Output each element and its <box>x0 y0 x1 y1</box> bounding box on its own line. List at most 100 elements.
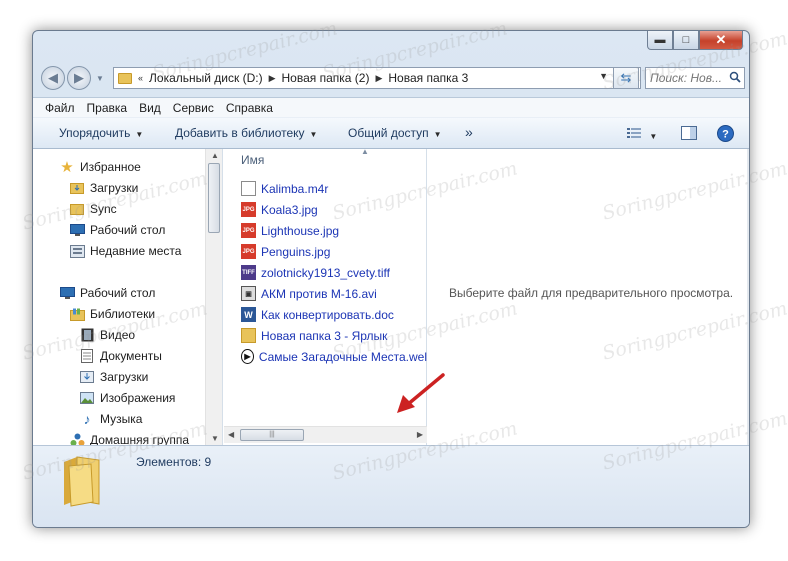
nav-video[interactable]: Видео <box>79 328 135 342</box>
file-name: Penguins.jpg <box>261 244 331 259</box>
menu-edit[interactable]: Правка <box>87 101 128 115</box>
nav-desktop-fav[interactable]: Рабочий стол <box>69 223 165 237</box>
chevron-down-icon: ▼ <box>135 130 144 139</box>
menu-help[interactable]: Справка <box>226 101 273 115</box>
scroll-up-icon[interactable]: ▲ <box>211 151 219 160</box>
hscroll-thumb[interactable]: ||| <box>240 429 304 441</box>
add-to-library-button[interactable]: Добавить в библиотеку ▼ <box>175 126 317 140</box>
documents-icon <box>79 349 95 363</box>
breadcrumb-arrow-icon[interactable]: ▶ <box>269 73 276 84</box>
file-row[interactable]: JPG Koala3.jpg <box>241 202 318 217</box>
scroll-left-icon[interactable]: ◀ <box>228 430 234 439</box>
preview-message: Выберите файл для предварительного просм… <box>449 286 734 300</box>
nav-downloads[interactable]: Загрузки <box>69 181 138 195</box>
file-row[interactable]: ▶ Самые Загадочные Места.wel <box>241 349 427 364</box>
file-name: Koala3.jpg <box>261 202 318 217</box>
help-button[interactable]: ? <box>717 125 734 145</box>
nav-documents[interactable]: Документы <box>79 349 162 363</box>
preview-pane-button[interactable] <box>681 126 697 143</box>
folder-icon <box>118 72 132 84</box>
file-row[interactable]: W Как конвертировать.doc <box>241 307 394 322</box>
column-header-name[interactable]: Имя <box>241 153 264 167</box>
pictures-icon <box>79 391 95 405</box>
file-row[interactable]: ▣ АКМ против М-16.avi <box>241 286 377 301</box>
homegroup-icon <box>69 433 85 445</box>
file-name: АКМ против М-16.avi <box>261 286 377 301</box>
more-commands-button[interactable]: » <box>465 124 473 140</box>
video-icon <box>79 328 95 342</box>
menu-file[interactable]: Файл <box>45 101 75 115</box>
recent-pages-dropdown[interactable]: ▼ <box>93 66 107 90</box>
maximize-button[interactable]: □ <box>673 31 699 50</box>
file-row[interactable]: JPG Penguins.jpg <box>241 244 330 259</box>
star-icon: ★ <box>60 159 74 176</box>
breadcrumb-folder-2[interactable]: Новая папка (2) <box>282 71 370 85</box>
nav-music[interactable]: ♪ Музыка <box>79 411 143 427</box>
preview-scrollbar[interactable] <box>747 149 749 445</box>
nav-desktop[interactable]: Рабочий стол <box>59 286 155 300</box>
scroll-right-icon[interactable]: ▶ <box>417 430 423 439</box>
nav-pane-scrollbar[interactable]: ▲ ▼ <box>205 149 222 445</box>
nav-desktop-label: Рабочий стол <box>80 286 156 300</box>
minimize-button[interactable]: ▬ <box>647 31 673 50</box>
breadcrumb-folder-3[interactable]: Новая папка 3 <box>388 71 468 85</box>
file-list-hscrollbar[interactable]: ◀ ||| ▶ <box>224 426 427 443</box>
nav-desktop-fav-label: Рабочий стол <box>90 223 166 237</box>
word-icon: W <box>241 307 256 322</box>
forward-arrow-icon: ▶ <box>74 70 84 85</box>
nav-libraries[interactable]: Библиотеки <box>69 307 155 321</box>
recent-places-icon <box>69 244 85 258</box>
folder-large-icon <box>64 456 100 507</box>
share-button[interactable]: Общий доступ ▼ <box>348 126 442 140</box>
file-row[interactable]: Новая папка 3 - Ярлык <box>241 328 387 343</box>
forward-button[interactable]: ▶ <box>67 66 91 90</box>
search-box[interactable] <box>645 67 745 89</box>
nav-homegroup[interactable]: Домашняя группа <box>69 433 189 445</box>
organize-label: Упорядочить <box>59 126 131 140</box>
nav-favorites-label: Избранное <box>80 160 141 174</box>
scroll-down-icon[interactable]: ▼ <box>211 434 219 443</box>
svg-text:?: ? <box>722 129 729 141</box>
share-label: Общий доступ <box>348 126 429 140</box>
nav-sync-label: Sync <box>90 202 117 216</box>
content-area: ★ Избранное Загрузки Sync Рабочий стол Н… <box>33 147 749 445</box>
file-name: Как конвертировать.doc <box>261 307 394 322</box>
nav-pictures[interactable]: Изображения <box>79 391 175 405</box>
organize-button[interactable]: Упорядочить ▼ <box>59 126 143 140</box>
jpg-icon: JPG <box>241 223 256 238</box>
tiff-icon: TIFF <box>241 265 256 280</box>
file-name: Новая папка 3 - Ярлык <box>261 328 388 343</box>
nav-recent-places[interactable]: Недавние места <box>69 244 181 258</box>
doc-icon <box>241 181 256 196</box>
red-arrow-annotation <box>397 373 445 413</box>
breadcrumb-overflow[interactable]: « <box>138 73 143 83</box>
breadcrumb-arrow-icon[interactable]: ▶ <box>375 73 382 84</box>
view-options-button[interactable]: ▼ <box>627 127 657 142</box>
jpg-icon: JPG <box>241 244 256 259</box>
file-row[interactable]: JPG Lighthouse.jpg <box>241 223 339 238</box>
search-input[interactable] <box>646 71 724 85</box>
menu-view[interactable]: Вид <box>139 101 161 115</box>
file-row[interactable]: TIFF zolotnicky1913_cvety.tiff <box>241 265 390 280</box>
refresh-button[interactable]: ⇆ <box>613 67 639 89</box>
scroll-thumb[interactable] <box>208 163 220 233</box>
nav-video-label: Видео <box>100 328 136 342</box>
file-row[interactable]: Kalimba.m4r <box>241 181 328 196</box>
music-note-icon: ♪ <box>83 411 91 427</box>
nav-library-downloads[interactable]: Загрузки <box>79 370 148 384</box>
close-button[interactable]: ✕ <box>699 31 743 50</box>
address-bar[interactable]: « Локальный диск (D:) ▶ Новая папка (2) … <box>113 67 641 89</box>
address-dropdown-icon[interactable]: ▼ <box>599 71 608 81</box>
file-name: Kalimba.m4r <box>261 181 329 196</box>
nav-libraries-label: Библиотеки <box>90 307 156 321</box>
file-name: Самые Загадочные Места.wel <box>258 349 427 364</box>
nav-favorites[interactable]: ★ Избранное <box>59 159 141 176</box>
nav-pictures-label: Изображения <box>100 391 176 405</box>
search-icon[interactable] <box>729 71 741 83</box>
nav-sync[interactable]: Sync <box>69 202 117 216</box>
breadcrumb-drive[interactable]: Локальный диск (D:) <box>149 71 263 85</box>
menu-tools[interactable]: Сервис <box>173 101 214 115</box>
back-button[interactable]: ◀ <box>41 66 65 90</box>
menu-bar: Файл Правка Вид Сервис Справка <box>33 97 749 117</box>
jpg-icon: JPG <box>241 202 256 217</box>
